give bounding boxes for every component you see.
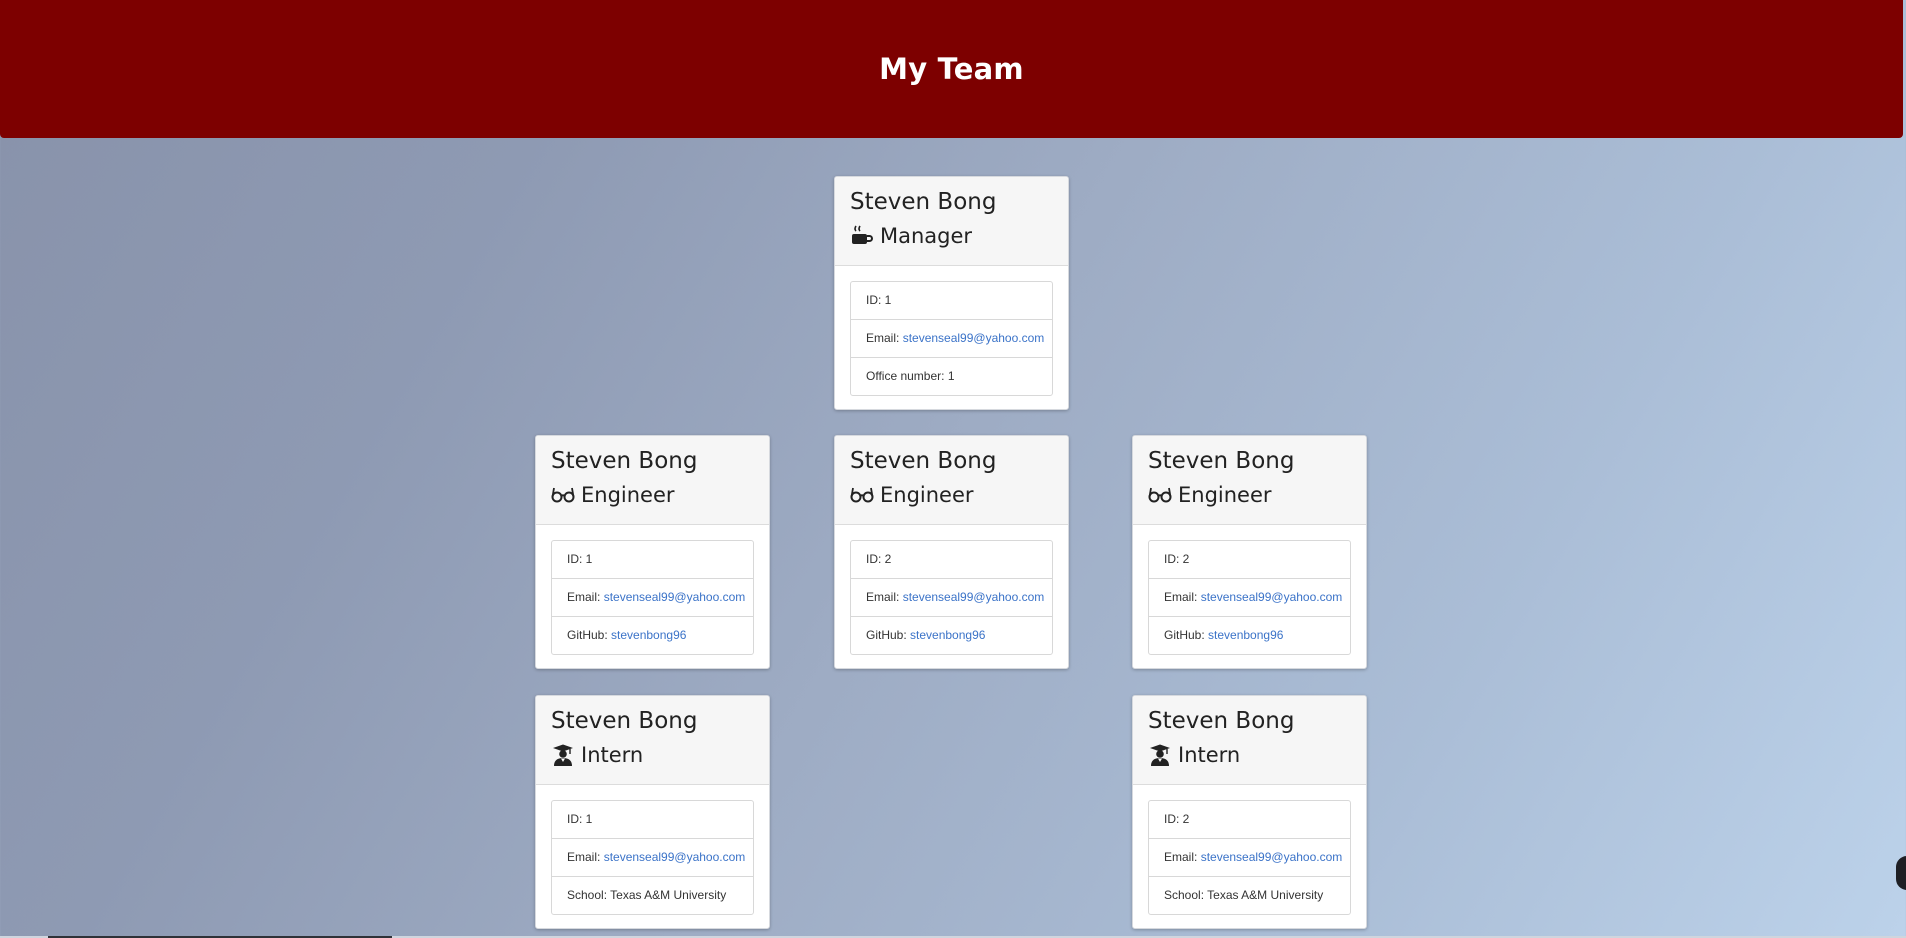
engineer-card: Steven Bong Engineer ID: 2 Email: steven… — [834, 435, 1069, 669]
role-label: Intern — [1178, 743, 1241, 767]
id-value: 2 — [1182, 552, 1190, 566]
id-value: 2 — [884, 552, 892, 566]
github-item: GitHub: stevenbong96 — [552, 616, 753, 654]
role-label: Engineer — [581, 483, 675, 507]
email-link[interactable]: stevenseal99@yahoo.com — [604, 590, 746, 604]
id-value: 1 — [585, 552, 593, 566]
school-item: School: Texas A&M University — [552, 876, 753, 914]
github-item: GitHub: stevenbong96 — [851, 616, 1052, 654]
email-link[interactable]: stevenseal99@yahoo.com — [1201, 590, 1343, 604]
role-label: Engineer — [1178, 483, 1272, 507]
employee-name: Steven Bong — [850, 448, 997, 474]
card-header: Steven Bong Manager — [835, 177, 1068, 266]
intern-card: Steven Bong Intern ID: 2 Email: stevense… — [1132, 695, 1367, 929]
card-body: ID: 2 Email: stevenseal99@yahoo.com GitH… — [1133, 525, 1366, 655]
card-header: Steven Bong Engineer — [835, 436, 1068, 525]
email-link[interactable]: stevenseal99@yahoo.com — [903, 331, 1045, 345]
details-list: ID: 2 Email: stevenseal99@yahoo.com GitH… — [850, 540, 1053, 655]
role-label: Intern — [581, 743, 644, 767]
graduate-icon — [553, 744, 573, 766]
email-link[interactable]: stevenseal99@yahoo.com — [1201, 850, 1343, 864]
card-header: Steven Bong Engineer — [536, 436, 769, 525]
employee-name: Steven Bong — [551, 448, 698, 474]
id-value: 2 — [1182, 812, 1190, 826]
id-item: ID: 1 — [866, 293, 892, 307]
details-list: ID: 2 Email: stevenseal99@yahoo.com Scho… — [1148, 800, 1351, 915]
id-item: ID: 1 — [567, 812, 593, 826]
coffee-icon — [852, 225, 873, 244]
id-value: 1 — [884, 293, 892, 307]
manager-card: Steven Bong Manager ID: 1 Email: stevens… — [834, 176, 1069, 410]
employee-role: Engineer — [551, 479, 754, 511]
email-item: Email: stevenseal99@yahoo.com — [1149, 838, 1350, 876]
employee-role: Engineer — [1148, 479, 1351, 511]
employee-role: Manager — [850, 220, 1053, 252]
details-list: ID: 1 Email: stevenseal99@yahoo.com GitH… — [551, 540, 754, 655]
engineer-card: Steven Bong Engineer ID: 1 Email: steven… — [535, 435, 770, 669]
page-header: My Team — [0, 0, 1903, 138]
card-body: ID: 2 Email: stevenseal99@yahoo.com Scho… — [1133, 785, 1366, 915]
id-item: ID: 2 — [1164, 812, 1190, 826]
card-header: Steven Bong Intern — [1133, 696, 1366, 785]
office-number-value: 1 — [947, 369, 955, 383]
email-item: Email: stevenseal99@yahoo.com — [552, 578, 753, 616]
employee-name: Steven Bong — [1148, 448, 1295, 474]
employee-role: Intern — [551, 739, 754, 771]
card-body: ID: 2 Email: stevenseal99@yahoo.com GitH… — [835, 525, 1068, 655]
glasses-icon — [850, 487, 874, 503]
email-item: Email: stevenseal99@yahoo.com — [851, 319, 1052, 357]
employee-role: Engineer — [850, 479, 1053, 511]
details-list: ID: 1 Email: stevenseal99@yahoo.com Scho… — [551, 800, 754, 915]
github-link[interactable]: stevenbong96 — [910, 628, 985, 642]
school-value: Texas A&M University — [610, 888, 727, 902]
employee-name: Steven Bong — [850, 189, 997, 215]
card-header: Steven Bong Engineer — [1133, 436, 1366, 525]
github-link[interactable]: stevenbong96 — [611, 628, 686, 642]
id-item: ID: 2 — [1164, 552, 1190, 566]
page-title: My Team — [879, 52, 1024, 86]
github-link[interactable]: stevenbong96 — [1208, 628, 1283, 642]
card-body: ID: 1 Email: stevenseal99@yahoo.com Scho… — [536, 785, 769, 915]
card-body: ID: 1 Email: stevenseal99@yahoo.com GitH… — [536, 525, 769, 655]
employee-name: Steven Bong — [551, 708, 698, 734]
office-number-item: Office number: 1 — [851, 357, 1052, 395]
school-item: School: Texas A&M University — [1149, 876, 1350, 914]
github-item: GitHub: stevenbong96 — [1149, 616, 1350, 654]
role-label: Manager — [880, 224, 973, 248]
employee-name: Steven Bong — [1148, 708, 1295, 734]
glasses-icon — [1148, 487, 1172, 503]
email-link[interactable]: stevenseal99@yahoo.com — [604, 850, 746, 864]
details-list: ID: 2 Email: stevenseal99@yahoo.com GitH… — [1148, 540, 1351, 655]
email-item: Email: stevenseal99@yahoo.com — [851, 578, 1052, 616]
role-label: Engineer — [880, 483, 974, 507]
intern-card: Steven Bong Intern ID: 1 Email: stevense… — [535, 695, 770, 929]
id-value: 1 — [585, 812, 593, 826]
details-list: ID: 1 Email: stevenseal99@yahoo.com Offi… — [850, 281, 1053, 396]
graduate-icon — [1150, 744, 1170, 766]
floating-edge-button[interactable] — [1896, 856, 1906, 890]
id-item: ID: 2 — [866, 552, 892, 566]
card-header: Steven Bong Intern — [536, 696, 769, 785]
email-item: Email: stevenseal99@yahoo.com — [1149, 578, 1350, 616]
email-item: Email: stevenseal99@yahoo.com — [552, 838, 753, 876]
glasses-icon — [551, 487, 575, 503]
email-link[interactable]: stevenseal99@yahoo.com — [903, 590, 1045, 604]
card-body: ID: 1 Email: stevenseal99@yahoo.com Offi… — [835, 266, 1068, 396]
school-value: Texas A&M University — [1207, 888, 1324, 902]
id-item: ID: 1 — [567, 552, 593, 566]
employee-role: Intern — [1148, 739, 1351, 771]
engineer-card: Steven Bong Engineer ID: 2 Email: steven… — [1132, 435, 1367, 669]
